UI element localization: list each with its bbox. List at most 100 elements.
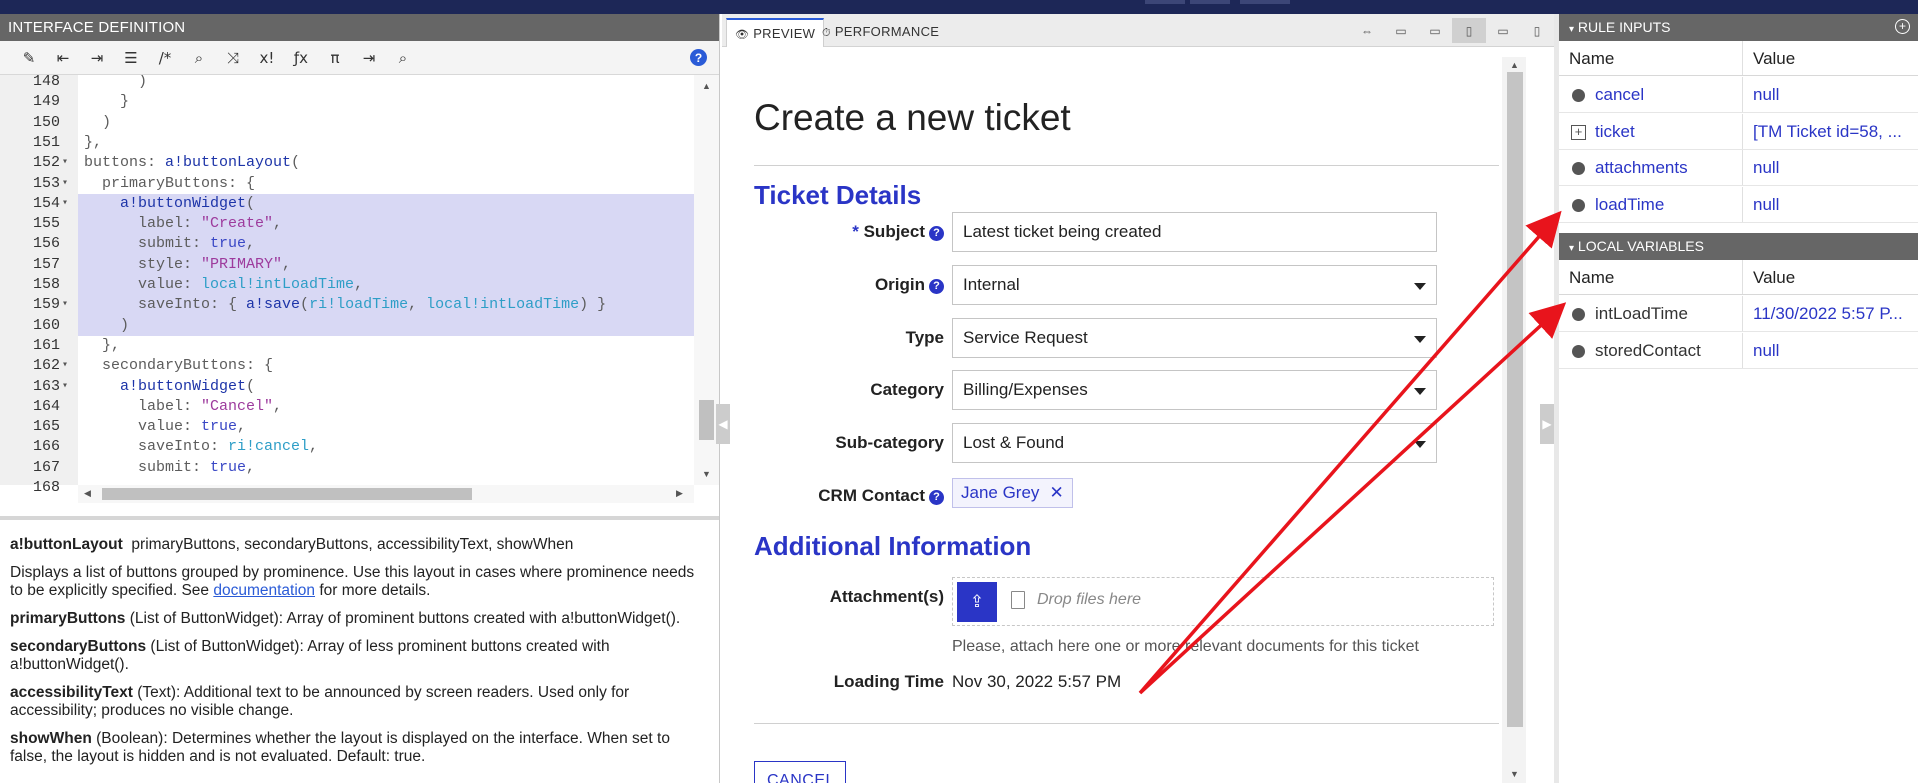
variable-value[interactable]: null	[1753, 85, 1913, 105]
fold-toggle-icon[interactable]: ▾	[62, 356, 68, 376]
top-bar-item[interactable]	[1145, 0, 1185, 4]
top-bar-item[interactable]	[1240, 0, 1290, 4]
type-value: Service Request	[963, 328, 1088, 347]
code-line[interactable]: 164 label: "Cancel",	[0, 397, 694, 417]
fold-toggle-icon[interactable]: ▾	[62, 174, 68, 194]
remove-icon[interactable]: ✕	[1049, 483, 1063, 502]
type-dropdown[interactable]: Service Request	[952, 318, 1437, 358]
shuffle-icon[interactable]: ⤨	[216, 44, 250, 72]
code-line[interactable]: 166 saveInto: ri!cancel,	[0, 437, 694, 457]
variable-row[interactable]: + ticket [TM Ticket id=58, ...	[1559, 113, 1918, 150]
outdent-icon[interactable]: ⇤	[46, 44, 80, 72]
scroll-left-icon[interactable]: ◀	[84, 488, 91, 499]
tab-performance[interactable]: ⏱ PERFORMANCE	[814, 18, 947, 47]
rule-inputs-header[interactable]: ▾ RULE INPUTS +	[1559, 14, 1918, 41]
origin-dropdown[interactable]: Internal	[952, 265, 1437, 305]
local-variables-header[interactable]: ▾ LOCAL VARIABLES	[1559, 233, 1918, 260]
scroll-down-icon[interactable]: ▼	[702, 469, 711, 479]
function-icon[interactable]: ƒx	[284, 44, 318, 72]
code-line[interactable]: 167 submit: true,	[0, 458, 694, 478]
export-icon[interactable]: ⇥	[352, 44, 386, 72]
code-line[interactable]: 152 ▾ buttons: a!buttonLayout(	[0, 153, 694, 173]
fold-toggle-icon[interactable]: ▾	[62, 295, 68, 315]
scroll-thumb[interactable]	[102, 488, 472, 500]
code-line[interactable]: 160 )	[0, 315, 694, 336]
variable-row[interactable]: loadTime null	[1559, 186, 1918, 223]
collapse-icon[interactable]: ▾	[1569, 24, 1574, 35]
scroll-thumb[interactable]	[1507, 72, 1523, 727]
variable-value[interactable]: null	[1753, 341, 1913, 361]
code-text: label: "Cancel",	[84, 397, 283, 415]
pi-icon[interactable]: π	[318, 44, 352, 72]
code-line[interactable]: 150 )	[0, 113, 694, 133]
search-icon[interactable]: ⌕	[182, 44, 216, 72]
variable-value[interactable]: [TM Ticket id=58, ...	[1753, 122, 1913, 142]
help-icon[interactable]: ?	[929, 490, 944, 505]
scroll-right-icon[interactable]: ▶	[676, 488, 683, 499]
help-icon[interactable]: ?	[929, 279, 944, 294]
doc-param: primaryButtons (List of ButtonWidget): A…	[10, 610, 709, 628]
code-line[interactable]: 165 value: true,	[0, 417, 694, 437]
scroll-down-icon[interactable]: ▼	[1510, 769, 1519, 779]
variable-value[interactable]: null	[1753, 158, 1913, 178]
variable-value[interactable]: null	[1753, 195, 1913, 215]
file-upload-dropzone[interactable]: ⇪ Drop files here	[952, 577, 1494, 626]
variable-icon[interactable]: x!	[250, 44, 284, 72]
collapse-icon[interactable]: ▾	[1569, 243, 1574, 254]
variable-row[interactable]: intLoadTime 11/30/2022 5:57 P...	[1559, 296, 1918, 332]
code-line[interactable]: 163 ▾ a!buttonWidget(	[0, 377, 694, 397]
comment-icon[interactable]: /*	[148, 44, 182, 72]
tablet-landscape-icon[interactable]: ▯	[1452, 18, 1486, 43]
upload-button[interactable]: ⇪	[957, 582, 997, 622]
tab-preview[interactable]: 👁 PREVIEW	[726, 18, 825, 47]
crm-contact-chip[interactable]: Jane Grey ✕	[952, 478, 1073, 508]
code-line[interactable]: 161 },	[0, 336, 694, 356]
code-line[interactable]: 162 ▾ secondaryButtons: {	[0, 356, 694, 376]
cancel-button[interactable]: CANCEL	[754, 761, 846, 783]
code-text: label: "Create",	[84, 215, 283, 233]
code-editor[interactable]: 148 ) 149 } 150 ) 151}, 152 ▾ buttons: a!butto…	[0, 75, 719, 503]
column-header-name: Name	[1569, 268, 1615, 287]
collapse-right-handle[interactable]: ▶	[1540, 404, 1554, 444]
desktop-icon[interactable]: ▭	[1418, 18, 1452, 43]
code-line[interactable]: 159 ▾ saveInto: { a!save(ri!loadTime, loc…	[0, 295, 694, 316]
code-line[interactable]: 157 style: "PRIMARY",	[0, 254, 694, 275]
desktop-wide-icon[interactable]: ▭	[1384, 18, 1418, 43]
code-line[interactable]: 154 ▾ a!buttonWidget(	[0, 193, 694, 215]
fold-toggle-icon[interactable]: ▾	[62, 194, 68, 214]
category-dropdown[interactable]: Billing/Expenses	[952, 370, 1437, 410]
top-bar-item[interactable]	[1190, 0, 1230, 4]
variable-row[interactable]: cancel null	[1559, 77, 1918, 113]
fold-toggle-icon[interactable]: ▾	[62, 377, 68, 397]
scroll-up-icon[interactable]: ▲	[1510, 60, 1519, 70]
scroll-up-icon[interactable]: ▲	[702, 81, 711, 91]
subcategory-dropdown[interactable]: Lost & Found	[952, 423, 1437, 463]
code-line[interactable]: 149 }	[0, 92, 694, 112]
code-line[interactable]: 151},	[0, 133, 694, 153]
preview-scrollbar[interactable]: ▲ ▼	[1502, 57, 1526, 783]
code-line[interactable]: 155 label: "Create",	[0, 214, 694, 235]
tablet-portrait-icon[interactable]: ▭	[1486, 18, 1520, 43]
indent-icon[interactable]: ⇥	[80, 44, 114, 72]
scroll-thumb[interactable]	[699, 400, 714, 440]
wand-icon[interactable]: ✎	[12, 44, 46, 72]
editor-horizontal-scrollbar[interactable]: ◀ ▶	[78, 485, 694, 503]
code-line[interactable]: 148 )	[0, 75, 694, 92]
database-search-icon[interactable]: ⌕	[386, 44, 420, 72]
code-line[interactable]: 156 submit: true,	[0, 234, 694, 255]
help-icon[interactable]: ?	[690, 49, 707, 66]
documentation-link[interactable]: documentation	[213, 582, 315, 599]
code-line[interactable]: 158 value: local!intLoadTime,	[0, 275, 694, 296]
fold-toggle-icon[interactable]: ▾	[62, 153, 68, 173]
subject-input[interactable]: Latest ticket being created	[952, 212, 1437, 252]
help-icon[interactable]: ?	[929, 226, 944, 241]
list-icon[interactable]: ☰	[114, 44, 148, 72]
variable-row[interactable]: storedContact null	[1559, 332, 1918, 369]
expand-icon[interactable]: +	[1571, 124, 1586, 140]
add-icon[interactable]: +	[1895, 19, 1910, 34]
fit-width-icon[interactable]: ⇔	[1350, 18, 1384, 43]
phone-icon[interactable]: ▯	[1520, 18, 1554, 43]
variable-row[interactable]: attachments null	[1559, 150, 1918, 186]
code-line[interactable]: 153 ▾ primaryButtons: {	[0, 174, 694, 194]
variable-value[interactable]: 11/30/2022 5:57 P...	[1753, 304, 1913, 324]
